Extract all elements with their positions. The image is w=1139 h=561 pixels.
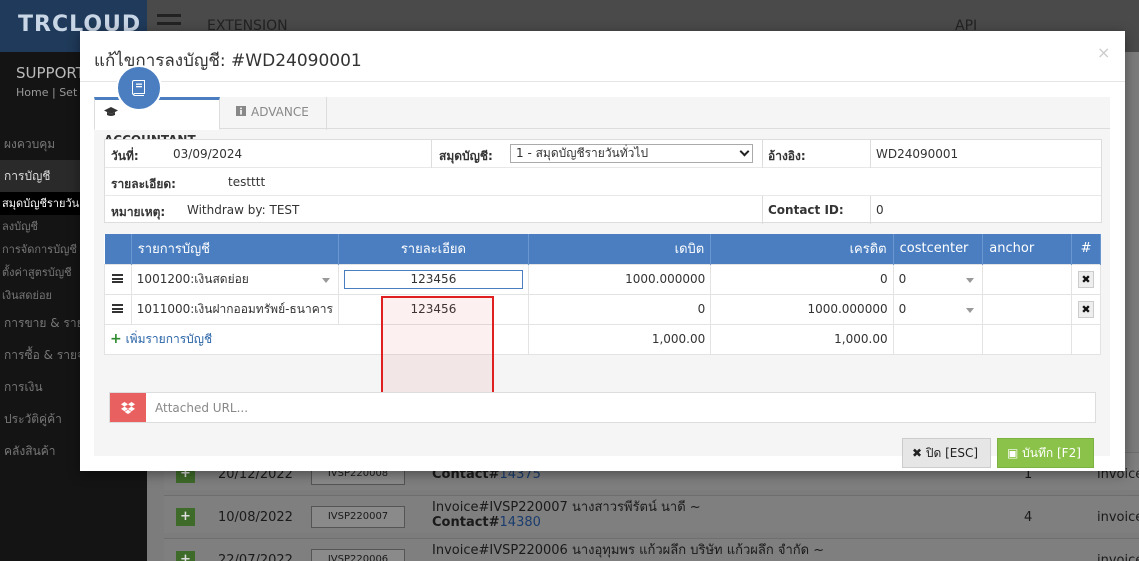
anchor-input[interactable] bbox=[982, 263, 1073, 295]
date-value[interactable]: 03/09/2024 bbox=[173, 147, 242, 161]
ref-value[interactable]: WD24090001 bbox=[876, 147, 958, 161]
account-select[interactable]: 1001200:เงินสดย่อย bbox=[130, 263, 339, 295]
graduation-cap-icon bbox=[104, 107, 118, 116]
anchor-input[interactable] bbox=[982, 293, 1073, 325]
edit-journal-modal: แก้ไขการลงบัญชี: #WD24090001 × ACCOUNTAN… bbox=[80, 31, 1125, 471]
add-account-line-link[interactable]: เพิ่มรายการบัญชี bbox=[126, 332, 213, 346]
table-row: + 22/07/2022 IVSP220006 Invoice#IVSP2200… bbox=[164, 538, 1139, 561]
col-account: รายการบัญชี bbox=[131, 234, 339, 264]
form-panel: ACCOUNTANT ADVANCE วันที่: 03/09/2024 สม… bbox=[94, 97, 1110, 468]
user-name: SUPPORT bbox=[16, 64, 85, 82]
home-link[interactable]: Home bbox=[16, 86, 48, 99]
delete-row-button[interactable]: ✖ bbox=[1078, 300, 1095, 318]
attached-url-field[interactable]: Attached URL... bbox=[109, 392, 1096, 423]
caret-down-icon bbox=[966, 307, 975, 313]
delete-row-button[interactable]: ✖ bbox=[1078, 270, 1095, 288]
credit-input[interactable]: 0 bbox=[710, 263, 894, 295]
col-credit: เครดิต bbox=[710, 234, 894, 264]
note-value[interactable]: Withdraw by: TEST bbox=[187, 203, 299, 217]
total-debit: 1,000.00 bbox=[527, 323, 712, 355]
credit-input[interactable]: 1000.000000 bbox=[710, 293, 894, 325]
total-credit: 1,000.00 bbox=[710, 323, 894, 355]
debit-input[interactable]: 1000.000000 bbox=[527, 263, 712, 295]
journal-lines-table: รายการบัญชี รายละเอียด เดบิต เครดิต cost… bbox=[104, 234, 1101, 355]
save-icon: ▣ bbox=[1007, 446, 1019, 460]
info-icon bbox=[236, 106, 246, 116]
drag-handle-icon[interactable] bbox=[112, 274, 124, 283]
debit-input[interactable]: 0 bbox=[527, 293, 712, 325]
book-select[interactable]: 1 - สมุดบัญชีรายวันทั่วไป bbox=[510, 144, 753, 163]
col-debit: เดบิต bbox=[528, 234, 712, 264]
tab-advance[interactable]: ADVANCE bbox=[225, 97, 327, 130]
journal-info: วันที่: 03/09/2024 สมุดบัญชี: 1 - สมุดบั… bbox=[104, 139, 1102, 224]
expand-icon[interactable]: + bbox=[176, 508, 195, 526]
save-button[interactable]: ▣ บันทึก [F2] bbox=[997, 438, 1094, 468]
attached-url-placeholder: Attached URL... bbox=[155, 401, 249, 415]
costcenter-select[interactable]: 0 bbox=[892, 263, 984, 295]
caret-down-icon bbox=[321, 277, 330, 283]
totals-row: + เพิ่มรายการบัญชี 1,000.00 1,000.00 bbox=[104, 323, 1101, 355]
book-icon bbox=[116, 65, 162, 111]
close-button[interactable]: ✖ ปิด [ESC] bbox=[902, 438, 991, 468]
table-row: 1001200:เงินสดย่อย 123456 1000.000000 0 … bbox=[104, 263, 1101, 295]
tab-bar: ACCOUNTANT ADVANCE bbox=[94, 97, 1110, 147]
detail-value[interactable]: testttt bbox=[228, 175, 265, 189]
dropbox-icon[interactable] bbox=[110, 393, 146, 422]
detail-input[interactable]: 123456 bbox=[337, 293, 529, 325]
chevron-down-icon bbox=[739, 146, 750, 157]
table-row: + 10/08/2022 IVSP220007 Invoice#IVSP2200… bbox=[164, 495, 1139, 533]
account-select[interactable]: 1011000:เงินฝากออมทรัพย์-ธนาคาร bbox=[130, 293, 339, 325]
col-detail: รายละเอียด bbox=[338, 234, 529, 264]
plus-icon[interactable]: + bbox=[110, 331, 122, 347]
close-icon[interactable]: × bbox=[1097, 43, 1110, 62]
table-row: 1011000:เงินฝากออมทรัพย์-ธนาคาร 123456 0… bbox=[104, 293, 1101, 325]
detail-input[interactable]: 123456 bbox=[343, 269, 523, 289]
expand-icon[interactable]: + bbox=[176, 551, 195, 561]
costcenter-select[interactable]: 0 bbox=[892, 293, 984, 325]
times-icon: ✖ bbox=[912, 446, 923, 460]
contact-value[interactable]: 0 bbox=[876, 203, 884, 217]
col-hash: # bbox=[1071, 234, 1101, 264]
drag-handle-icon[interactable] bbox=[112, 304, 124, 313]
col-anchor: anchor bbox=[982, 234, 1073, 264]
col-costcenter: costcenter bbox=[893, 234, 984, 264]
caret-down-icon bbox=[966, 277, 975, 283]
divider bbox=[80, 81, 1125, 82]
